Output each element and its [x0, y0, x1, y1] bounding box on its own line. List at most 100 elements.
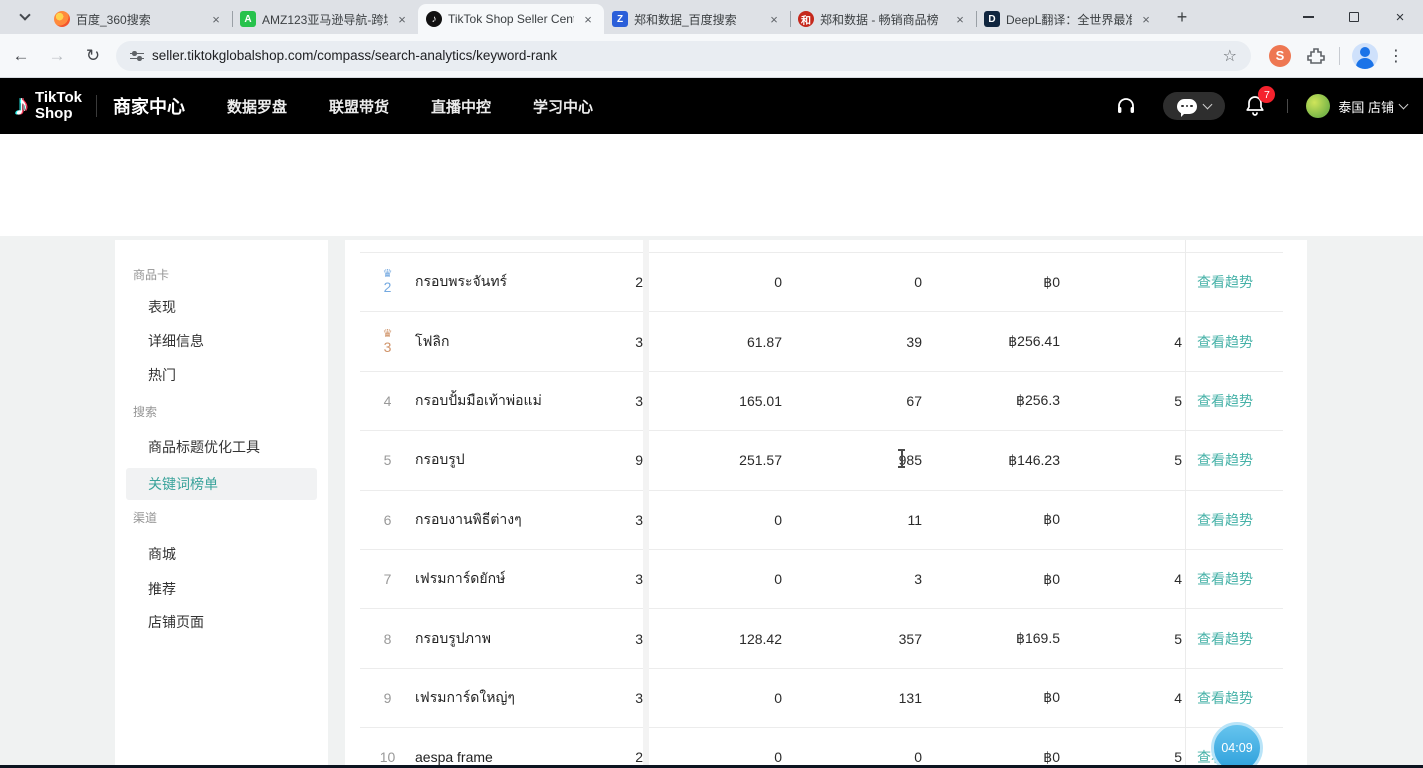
view-trend-link[interactable]: 查看趋势 — [1185, 272, 1283, 292]
tab-close-icon[interactable]: × — [580, 11, 596, 27]
messages-button[interactable] — [1163, 92, 1225, 120]
sidebar-item-details[interactable]: 详细信息 — [148, 331, 204, 351]
browser-tab-strip: 百度_360搜索 × A AMZ123亚马逊导航-跨境 × ♪ TikTok S… — [0, 0, 1423, 34]
value-cell: 0 — [643, 571, 782, 587]
keyword-cell: เฟรมการ์ดยักษ์ — [415, 568, 628, 590]
window-close-button[interactable]: × — [1377, 0, 1423, 34]
browser-tab-6[interactable]: D DeepL翻译：全世界最准确 × — [976, 4, 1162, 34]
sidebar-section-product-card: 商品卡 — [133, 266, 169, 283]
tab-title: AMZ123亚马逊导航-跨境 — [262, 11, 388, 28]
sidebar-item-recommend[interactable]: 推荐 — [148, 579, 176, 599]
sidebar-item-trending[interactable]: 热门 — [148, 365, 176, 385]
url-text[interactable]: seller.tiktokglobalshop.com/compass/sear… — [152, 48, 1223, 63]
chevron-down-icon — [19, 9, 30, 20]
nav-affiliate[interactable]: 联盟带货 — [329, 96, 389, 117]
tab-close-icon[interactable]: × — [394, 11, 410, 27]
value-cell: 61.87 — [643, 334, 782, 350]
browser-tab-4[interactable]: Z 郑和数据_百度搜索 × — [604, 4, 790, 34]
bookmark-star-icon[interactable]: ☆ — [1223, 46, 1237, 66]
store-avatar[interactable] — [1306, 94, 1330, 118]
table-row: ♛3 โฟลิก 3 61.87 39 ฿256.41 4 查看趋势 — [360, 311, 1283, 370]
nav-live-console[interactable]: 直播中控 — [431, 96, 491, 117]
value-cell: 0 — [782, 274, 922, 290]
support-headset-icon[interactable] — [1115, 95, 1137, 117]
browser-tab-5[interactable]: 和 郑和数据 - 畅销商品榜 × — [790, 4, 976, 34]
tab-close-icon[interactable]: × — [766, 11, 782, 27]
sidebar-item-performance[interactable]: 表现 — [148, 297, 176, 317]
rank-number: 8 — [384, 631, 392, 647]
nav-data-compass[interactable]: 数据罗盘 — [227, 96, 287, 117]
view-trend-link[interactable]: 查看趋势 — [1185, 332, 1283, 352]
store-name[interactable]: 泰国 店铺 — [1338, 97, 1394, 116]
sidebar-section-channel: 渠道 — [133, 509, 157, 526]
sidebar-item-mall[interactable]: 商城 — [148, 544, 176, 564]
table-row: 8 กรอบรูปภาพ 3 128.42 357 ฿169.5 5 查看趋势 — [360, 608, 1283, 667]
tab-title: TikTok Shop Seller Cente — [448, 12, 574, 26]
view-trend-link[interactable]: 查看趋势 — [1185, 510, 1283, 530]
clipped-value: 2 — [628, 274, 643, 290]
value-cell: 0 — [643, 512, 782, 528]
gmv-cell: ฿0 — [922, 511, 1060, 528]
browser-tab-2[interactable]: A AMZ123亚马逊导航-跨境 × — [232, 4, 418, 34]
keyword-cell: aespa frame — [415, 749, 628, 765]
tab-search-button[interactable] — [10, 4, 40, 30]
value-cell: 0 — [643, 690, 782, 706]
forward-button[interactable]: → — [42, 41, 72, 71]
rank-number: 7 — [384, 571, 392, 587]
tab-close-icon[interactable]: × — [1138, 11, 1154, 27]
sidebar-item-shop-page[interactable]: 店铺页面 — [148, 612, 204, 632]
keyword-rank-panel: ♛2 กรอบพระจันทร์ 2 0 0 ฿0 查看趋势 ♛3 โฟลิก … — [345, 240, 1307, 765]
sidebar-item-title-optimizer[interactable]: 商品标题优化工具 — [148, 437, 260, 457]
keyword-rank-table: ♛2 กรอบพระจันทร์ 2 0 0 ฿0 查看趋势 ♛3 โฟลิก … — [360, 252, 1283, 765]
view-trend-link[interactable]: 查看趋势 — [1185, 450, 1283, 470]
tab-title: DeepL翻译：全世界最准确 — [1006, 11, 1132, 28]
notifications-button[interactable]: 7 — [1245, 95, 1265, 117]
browser-profile-avatar[interactable] — [1352, 43, 1378, 69]
keyword-cell: กรอบรูป — [415, 449, 628, 471]
table-row: 7 เฟรมการ์ดยักษ์ 3 0 3 ฿0 4 查看趋势 — [360, 549, 1283, 608]
reload-button[interactable]: ↻ — [78, 41, 108, 71]
value-cell: 0 — [643, 274, 782, 290]
address-bar[interactable]: seller.tiktokglobalshop.com/compass/sear… — [116, 41, 1251, 71]
value-cell: 251.57 — [643, 452, 782, 468]
view-trend-link[interactable]: 查看趋势 — [1185, 391, 1283, 411]
new-tab-button[interactable]: + — [1168, 3, 1196, 31]
clipped-value: 4 — [1060, 690, 1185, 706]
window-minimize-button[interactable] — [1285, 0, 1331, 34]
nav-seller-center[interactable]: 商家中心 — [113, 93, 185, 119]
tiktok-shop-logo[interactable]: ♪ TikTok Shop — [14, 89, 82, 123]
value-cell: 131 — [782, 690, 922, 706]
sidebar-item-keyword-rank[interactable]: 关键词榜单 — [126, 468, 317, 500]
site-settings-icon[interactable] — [130, 50, 144, 62]
tab-close-icon[interactable]: × — [208, 11, 224, 27]
gmv-cell: ฿0 — [922, 749, 1060, 765]
browser-toolbar: ← → ↻ seller.tiktokglobalshop.com/compas… — [0, 34, 1423, 78]
view-trend-link[interactable]: 查看趋势 — [1185, 629, 1283, 649]
tab-title: 百度_360搜索 — [76, 11, 202, 28]
clipped-value: 3 — [628, 690, 643, 706]
gmv-cell: ฿256.3 — [922, 392, 1060, 409]
table-row: 9 เฟรมการ์ดใหญ่ๆ 3 0 131 ฿0 4 查看趋势 — [360, 668, 1283, 727]
browser-menu-icon[interactable]: ⋮ — [1388, 46, 1404, 66]
extension-s-icon[interactable]: S — [1269, 45, 1291, 67]
window-controls: × — [1285, 0, 1423, 34]
view-trend-link[interactable]: 查看趋势 — [1185, 569, 1283, 589]
view-trend-link[interactable]: 查看趋势 — [1185, 688, 1283, 708]
browser-tab-tiktok-active[interactable]: ♪ TikTok Shop Seller Cente × — [418, 4, 604, 34]
favicon-tiktok: ♪ — [426, 11, 442, 27]
clipped-value: 5 — [1060, 631, 1185, 647]
clipped-value: 9 — [628, 452, 643, 468]
chevron-down-icon[interactable] — [1399, 100, 1409, 110]
nav-learning-center[interactable]: 学习中心 — [533, 96, 593, 117]
browser-tab-1[interactable]: 百度_360搜索 × — [46, 4, 232, 34]
sidebar-section-search: 搜索 — [133, 403, 157, 420]
back-button[interactable]: ← — [6, 41, 36, 71]
chat-bubble-icon — [1177, 99, 1197, 114]
extensions-puzzle-icon[interactable] — [1307, 47, 1325, 65]
sidebar: 商品卡 表现 详细信息 热门 搜索 商品标题优化工具 关键词榜单 渠道 商城 推… — [115, 240, 328, 765]
window-maximize-button[interactable] — [1331, 0, 1377, 34]
tab-close-icon[interactable]: × — [952, 11, 968, 27]
floating-clock-badge[interactable]: 04:09 — [1211, 722, 1263, 768]
tab-title: 郑和数据 - 畅销商品榜 — [820, 11, 946, 28]
keyword-cell: เฟรมการ์ดใหญ่ๆ — [415, 687, 628, 709]
